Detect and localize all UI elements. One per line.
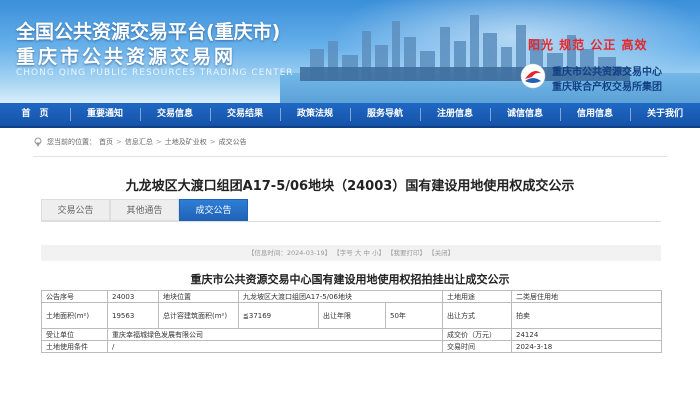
main-nav: 首 页 重要通知 交易信息 交易结果 政策法规 服务导航 注册信息 诚信信息 信… — [0, 103, 700, 128]
table-cell: 二类居住用地 — [511, 290, 663, 303]
nav-item-about[interactable]: 关于我们 — [630, 102, 700, 127]
tab-trade-notice[interactable]: 交易公告 — [41, 199, 110, 221]
info-bar: 【信息时间：2024-03-19】 【字号 大 中 小】 【我要打印】 【关闭】 — [41, 245, 661, 261]
table-cell: 地块位置 — [158, 290, 239, 303]
table-cell: 土地使用条件 — [41, 340, 108, 353]
banner-slogan: 阳光 规范 公正 高效 — [528, 38, 648, 52]
breadcrumb-info-summary[interactable]: 信息汇总 — [125, 137, 153, 147]
table-row: 公告序号 24003 地块位置 九龙坡区大渡口组团A17-5/06地块 土地用途… — [41, 290, 663, 303]
table-cell: ≦37169 — [238, 302, 319, 329]
page-title: 九龙坡区大渡口组团A17-5/06地块（24003）国有建设用地使用权成交公示 — [125, 179, 575, 194]
group-name-1: 重庆市公共资源交易中心 — [552, 67, 662, 78]
breadcrumb: 您当前的位置： 首页 > 信息汇总 > 土地及矿业权 > 成交公告 — [33, 132, 667, 152]
tab-deal-notice[interactable]: 成交公告 — [179, 199, 248, 221]
table-cell: 出让年限 — [318, 302, 386, 329]
tab-divider — [41, 221, 661, 222]
group-name-2: 重庆联合产权交易所集团 — [552, 82, 662, 93]
group-logo-icon — [520, 63, 546, 89]
table-cell: 24003 — [107, 290, 159, 303]
table-cell: 19563 — [107, 302, 159, 329]
table-row: 土地面积(m²) 19563 总计容建筑面积(m²) ≦37169 出让年限 5… — [41, 302, 663, 329]
site-title-english: CHONG QING PUBLIC RESOURCES TRADING CENT… — [16, 68, 294, 78]
table-cell: 50年 — [384, 302, 444, 329]
table-row: 土地使用条件 / 交易时间 2024-3-18 — [41, 340, 663, 353]
nav-item-integrity[interactable]: 诚信信息 — [490, 102, 560, 127]
table-cell: 土地面积(m²) — [41, 302, 108, 329]
notice-title: 重庆市公共资源交易中心国有建设用地使用权招拍挂出让成交公示 — [190, 273, 510, 286]
group-brand: 重庆市公共资源交易中心 重庆联合产权交易所集团 — [520, 58, 696, 96]
breadcrumb-home[interactable]: 首页 — [99, 137, 113, 147]
table-cell: / — [106, 340, 444, 353]
nav-item-notices[interactable]: 重要通知 — [70, 102, 140, 127]
table-cell: 重庆幸福城绿色发展有限公司 — [106, 328, 444, 341]
table-cell: 公告序号 — [41, 290, 108, 303]
breadcrumb-separator: > — [116, 138, 122, 146]
breadcrumb-prefix: 您当前的位置： — [47, 138, 96, 146]
table-cell: 24124 — [511, 328, 663, 341]
result-table: 公告序号 24003 地块位置 九龙坡区大渡口组团A17-5/06地块 土地用途… — [41, 290, 663, 353]
breadcrumb-separator: > — [155, 138, 162, 146]
notice-tabs: 交易公告 其他通告 成交公告 — [41, 199, 248, 221]
site-banner: 全国公共资源交易平台(重庆市) 重庆市公共资源交易网 CHONG QING PU… — [0, 0, 700, 103]
breadcrumb-deal-notice[interactable]: 成交公告 — [219, 137, 247, 147]
nav-item-policies[interactable]: 政策法规 — [280, 102, 350, 127]
tab-other-notice[interactable]: 其他通告 — [110, 199, 179, 221]
table-cell: 拍卖 — [511, 302, 663, 329]
nav-item-trade-results[interactable]: 交易结果 — [210, 102, 280, 127]
site-title-line1: 全国公共资源交易平台(重庆市) — [16, 21, 281, 43]
table-cell: 九龙坡区大渡口组团A17-5/06地块 — [237, 290, 444, 303]
nav-item-credit[interactable]: 信用信息 — [560, 102, 630, 127]
info-date: 【信息时间：2024-03-19】 — [247, 249, 332, 257]
location-pin-icon — [34, 137, 42, 147]
table-cell: 出让方式 — [442, 302, 513, 329]
content-panel: 九龙坡区大渡口组团A17-5/06地块（24003）国有建设用地使用权成交公示 … — [33, 156, 667, 405]
nav-item-registration[interactable]: 注册信息 — [420, 102, 490, 127]
breadcrumb-separator: > — [209, 138, 216, 146]
close-link[interactable]: 【关闭】 — [428, 249, 454, 257]
nav-item-service-guide[interactable]: 服务导航 — [350, 102, 420, 127]
site-title-line2: 重庆市公共资源交易网 — [16, 46, 237, 68]
table-cell: 交易时间 — [442, 340, 513, 353]
nav-item-trade-info[interactable]: 交易信息 — [140, 102, 210, 127]
breadcrumb-land-mining[interactable]: 土地及矿业权 — [165, 137, 207, 147]
table-row: 受让单位 重庆幸福城绿色发展有限公司 成交价（万元） 24124 — [41, 328, 663, 341]
table-cell: 土地用途 — [442, 290, 513, 303]
font-size-toggle[interactable]: 【字号 大 中 小】 — [333, 249, 385, 257]
table-cell: 总计容建筑面积(m²) — [158, 302, 239, 329]
nav-item-home[interactable]: 首 页 — [0, 102, 70, 127]
table-cell: 受让单位 — [41, 328, 108, 341]
table-cell: 2024-3-18 — [511, 340, 663, 353]
print-link[interactable]: 【我要打印】 — [387, 249, 426, 257]
table-cell: 成交价（万元） — [442, 328, 513, 341]
